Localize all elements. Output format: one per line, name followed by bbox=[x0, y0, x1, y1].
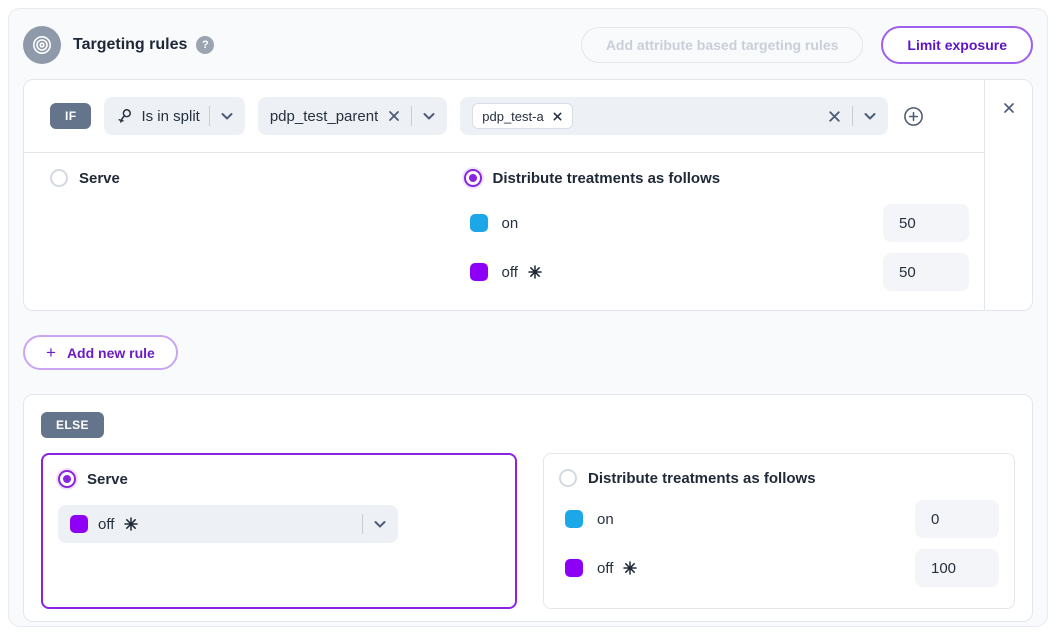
treatment-percentage-input[interactable] bbox=[883, 253, 969, 291]
divider bbox=[209, 106, 210, 126]
treatment-off-swatch bbox=[565, 559, 583, 577]
split-select-value: pdp_test_parent bbox=[270, 108, 378, 125]
else-serve-label: Serve bbox=[87, 471, 128, 488]
chevron-down-icon[interactable] bbox=[421, 108, 437, 124]
treatment-name: on bbox=[597, 511, 614, 528]
plus-icon: + bbox=[46, 344, 56, 361]
delete-rule-icon[interactable] bbox=[1001, 100, 1017, 116]
treatment-percentage-input[interactable] bbox=[883, 204, 969, 242]
treatment-on-swatch bbox=[470, 214, 488, 232]
if-badge: IF bbox=[50, 103, 91, 129]
clear-all-icon[interactable] bbox=[826, 108, 843, 125]
matcher-label: Is in split bbox=[141, 108, 199, 125]
add-new-rule-label: Add new rule bbox=[67, 345, 155, 361]
treatment-row: on bbox=[464, 204, 969, 242]
treatment-on-swatch bbox=[565, 510, 583, 528]
serve-label: Serve bbox=[79, 170, 120, 187]
else-distribute-radio[interactable] bbox=[559, 469, 577, 487]
divider bbox=[852, 106, 853, 126]
divider bbox=[411, 106, 412, 126]
is-in-split-icon bbox=[116, 108, 133, 125]
treatment-tag-label: pdp_test-a bbox=[482, 109, 543, 124]
treatment-percentage-input[interactable] bbox=[915, 549, 999, 587]
page-title: Targeting rules bbox=[73, 36, 187, 54]
bullseye-icon bbox=[23, 26, 61, 64]
else-rule-card: ELSE Serve off bbox=[23, 394, 1033, 622]
else-serve-option[interactable]: Serve bbox=[58, 470, 500, 488]
split-select[interactable]: pdp_test_parent bbox=[258, 97, 447, 135]
treatment-multiselect[interactable]: pdp_test-a bbox=[460, 97, 888, 135]
matcher-select[interactable]: Is in split bbox=[104, 97, 244, 135]
clear-split-icon[interactable] bbox=[386, 108, 402, 124]
help-icon[interactable]: ? bbox=[196, 36, 214, 54]
treatment-name: off bbox=[597, 560, 613, 577]
serve-radio[interactable] bbox=[50, 169, 68, 187]
treatment-name: off bbox=[502, 264, 518, 281]
if-rule-card: IF Is in split bbox=[23, 79, 1033, 311]
serve-distribute-section: Serve Distribute treatments as follows o… bbox=[24, 153, 984, 310]
distribute-label: Distribute treatments as follows bbox=[493, 170, 721, 187]
add-attribute-rules-button[interactable]: Add attribute based targeting rules bbox=[581, 27, 864, 63]
else-distribute-option[interactable]: Distribute treatments as follows bbox=[559, 469, 999, 487]
else-badge: ELSE bbox=[41, 412, 104, 438]
else-serve-radio[interactable] bbox=[58, 470, 76, 488]
treatment-name: on bbox=[502, 215, 519, 232]
treatment-row: off bbox=[559, 549, 999, 587]
default-treatment-icon bbox=[124, 517, 138, 531]
default-treatment-icon bbox=[623, 561, 637, 575]
else-serve-treatment-select[interactable]: off bbox=[58, 505, 398, 543]
selected-treatment-name: off bbox=[98, 516, 114, 533]
else-distribute-label: Distribute treatments as follows bbox=[588, 470, 816, 487]
treatment-row: off bbox=[464, 253, 969, 291]
limit-exposure-button[interactable]: Limit exposure bbox=[881, 26, 1033, 64]
else-distribute-panel: Distribute treatments as follows on off bbox=[543, 453, 1015, 609]
treatment-tag: pdp_test-a bbox=[472, 103, 572, 129]
chevron-down-icon[interactable] bbox=[219, 108, 235, 124]
treatment-percentage-input[interactable] bbox=[915, 500, 999, 538]
chevron-down-icon[interactable] bbox=[372, 516, 388, 532]
default-treatment-icon bbox=[528, 265, 542, 279]
add-condition-icon[interactable] bbox=[903, 106, 924, 127]
remove-tag-icon[interactable] bbox=[552, 111, 563, 122]
panel-header: Targeting rules ? Add attribute based ta… bbox=[23, 23, 1033, 67]
condition-row: IF Is in split bbox=[24, 80, 984, 153]
chevron-down-icon[interactable] bbox=[862, 108, 878, 124]
treatment-row: on bbox=[559, 500, 999, 538]
distribute-option[interactable]: Distribute treatments as follows bbox=[464, 169, 969, 187]
divider bbox=[362, 514, 363, 534]
distribute-radio[interactable] bbox=[464, 169, 482, 187]
serve-option[interactable]: Serve bbox=[50, 169, 464, 187]
treatment-off-swatch bbox=[70, 515, 88, 533]
else-serve-panel: Serve off bbox=[41, 453, 517, 609]
add-new-rule-button[interactable]: + Add new rule bbox=[23, 335, 178, 370]
treatment-off-swatch bbox=[470, 263, 488, 281]
targeting-rules-panel: Targeting rules ? Add attribute based ta… bbox=[8, 8, 1048, 627]
header-actions: Add attribute based targeting rules Limi… bbox=[581, 26, 1033, 64]
rule-side-column bbox=[984, 80, 1032, 310]
